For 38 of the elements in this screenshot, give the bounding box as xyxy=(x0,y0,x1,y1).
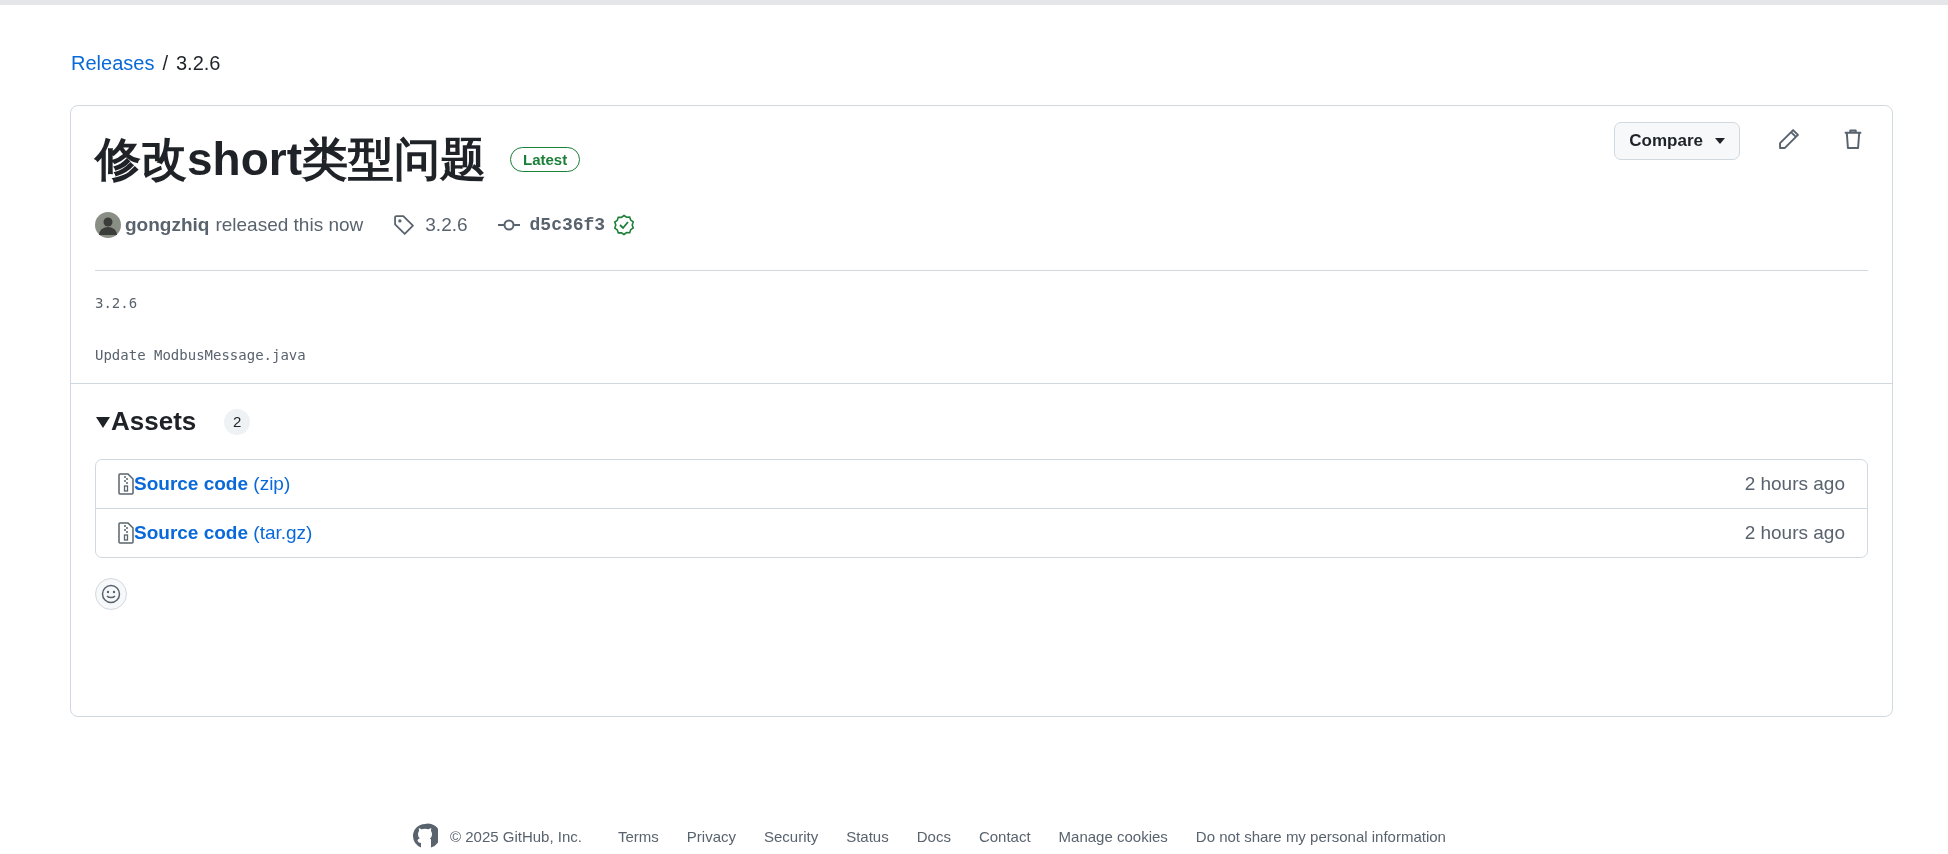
compare-button[interactable]: Compare xyxy=(1614,122,1740,160)
assets-heading: Assets xyxy=(111,406,197,437)
commit-link[interactable]: d5c36f3 xyxy=(497,215,606,235)
asset-count: 2 xyxy=(224,408,251,435)
reaction-button[interactable] xyxy=(95,578,127,610)
caret-icon xyxy=(1715,138,1725,144)
tag-icon xyxy=(393,214,416,236)
release-title: 修改short类型问题 xyxy=(95,132,486,187)
footer-link[interactable]: Status xyxy=(846,827,889,845)
release-info: released this now xyxy=(215,214,364,236)
footer-link[interactable]: Do not share my personal information xyxy=(1195,827,1446,845)
footer-link[interactable]: Manage cookies xyxy=(1058,827,1168,845)
footer-link[interactable]: Terms xyxy=(617,827,659,845)
footer-link[interactable]: Contact xyxy=(978,827,1031,845)
asset-link[interactable]: Source code (tar.gz) xyxy=(134,522,313,544)
asset-link[interactable]: Source code (zip) xyxy=(134,473,291,495)
zip-file-icon xyxy=(118,473,134,495)
asset-time: 2 hours ago xyxy=(1744,473,1845,495)
cat-logo-icon[interactable] xyxy=(412,823,438,849)
smiley-icon xyxy=(101,584,121,604)
breadcrumb-separator: / xyxy=(162,51,168,75)
avatar[interactable] xyxy=(95,212,121,238)
release-note: 3.2.6 xyxy=(95,295,139,311)
pencil-icon xyxy=(1778,128,1800,150)
breadcrumb-link[interactable]: Releases xyxy=(71,51,155,75)
tag-link[interactable]: 3.2.6 xyxy=(393,214,468,236)
footer-link[interactable]: Docs xyxy=(916,827,951,845)
asset-time: 2 hours ago xyxy=(1744,522,1845,544)
copyright-text: © 2025 GitHub, Inc. xyxy=(450,827,582,845)
author-link[interactable]: gongzhiq xyxy=(125,214,210,236)
trash-icon xyxy=(1842,128,1864,150)
breadcrumb-current: 3.2.6 xyxy=(175,51,221,75)
footer-link[interactable]: Security xyxy=(764,827,819,845)
triangle-icon[interactable] xyxy=(95,414,111,429)
zip-file-icon xyxy=(118,522,134,544)
footer-link[interactable]: Privacy xyxy=(686,827,736,845)
release-note: Update ModbusMessage.java xyxy=(95,347,307,363)
commit-icon xyxy=(497,218,520,232)
